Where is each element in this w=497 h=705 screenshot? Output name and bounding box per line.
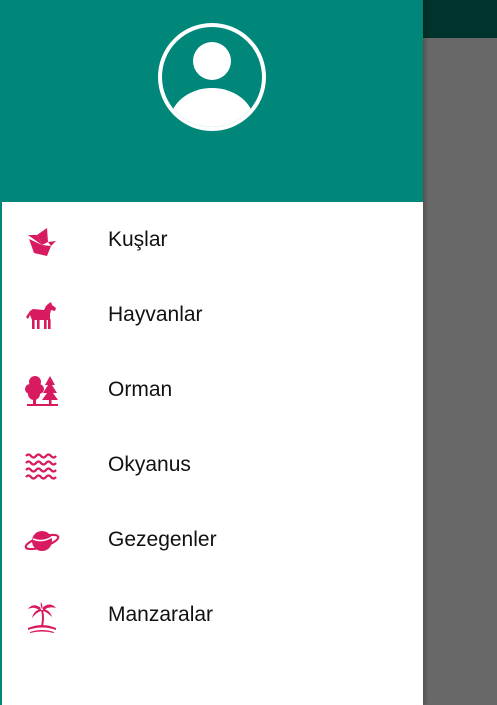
bird-icon — [28, 228, 56, 256]
account-circle-icon[interactable] — [157, 22, 267, 132]
drawer-item-hayvanlar[interactable]: Hayvanlar — [0, 277, 423, 352]
drawer-item-gezegenler[interactable]: Gezegenler — [0, 502, 423, 577]
drawer-item-okyanus[interactable]: Okyanus — [0, 427, 423, 502]
drawer-item-label: Hayvanlar — [108, 303, 203, 326]
drawer-item-orman[interactable]: Orman — [0, 352, 423, 427]
planet-icon — [24, 531, 60, 551]
drawer-menu: Kuşlar Hayvanlar Orman Okyanus Gezegenle… — [0, 202, 423, 652]
drawer-item-manzaralar[interactable]: Manzaralar — [0, 577, 423, 652]
drawer-item-label: Orman — [108, 378, 173, 401]
waves-icon — [25, 453, 57, 480]
drawer-item-kuslar[interactable]: Kuşlar — [0, 202, 423, 277]
navigation-drawer: Kuşlar Hayvanlar Orman Okyanus Gezegenle… — [0, 0, 423, 705]
drawer-item-label: Kuşlar — [108, 228, 168, 251]
drawer-edge — [0, 0, 2, 705]
drawer-header — [0, 0, 423, 202]
drawer-item-label: Manzaralar — [108, 603, 214, 626]
forest-icon — [25, 376, 58, 406]
horse-icon — [26, 302, 56, 329]
drawer-item-label: Gezegenler — [108, 528, 217, 551]
drawer-item-label: Okyanus — [108, 453, 191, 476]
palm-tree-icon — [28, 602, 56, 633]
